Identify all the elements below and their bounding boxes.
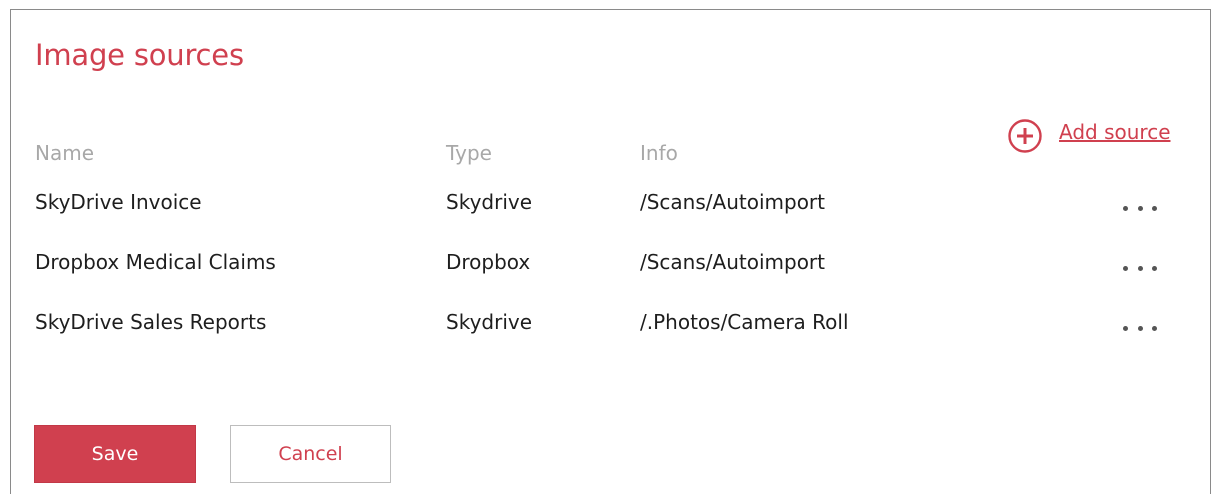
table-row[interactable]: SkyDrive Invoice Skydrive /Scans/Autoimp… <box>11 190 1210 230</box>
cancel-button[interactable]: Cancel <box>230 425 391 483</box>
source-type: Skydrive <box>446 190 533 214</box>
add-source-label[interactable]: Add source <box>1059 120 1171 144</box>
page-title: Image sources <box>35 38 244 72</box>
source-type: Skydrive <box>446 310 533 334</box>
plus-circle-icon <box>1008 119 1042 153</box>
source-type: Dropbox <box>446 250 531 274</box>
column-header-info: Info <box>640 141 678 165</box>
column-header-type: Type <box>446 141 492 165</box>
column-header-name: Name <box>35 141 95 165</box>
source-info: /.Photos/Camera Roll <box>640 310 849 334</box>
more-horizontal-icon[interactable] <box>1123 198 1157 218</box>
more-horizontal-icon[interactable] <box>1123 318 1157 338</box>
source-name: SkyDrive Invoice <box>35 190 202 214</box>
source-info: /Scans/Autoimport <box>640 190 825 214</box>
table-row[interactable]: SkyDrive Sales Reports Skydrive /.Photos… <box>11 310 1210 350</box>
more-horizontal-icon[interactable] <box>1123 258 1157 278</box>
source-info: /Scans/Autoimport <box>640 250 825 274</box>
source-name: Dropbox Medical Claims <box>35 250 276 274</box>
save-button[interactable]: Save <box>34 425 196 483</box>
image-sources-dialog: Image sources Add source Name Type Info … <box>10 9 1211 494</box>
add-source-button[interactable]: Add source <box>1007 118 1171 154</box>
source-name: SkyDrive Sales Reports <box>35 310 267 334</box>
table-row[interactable]: Dropbox Medical Claims Dropbox /Scans/Au… <box>11 250 1210 290</box>
